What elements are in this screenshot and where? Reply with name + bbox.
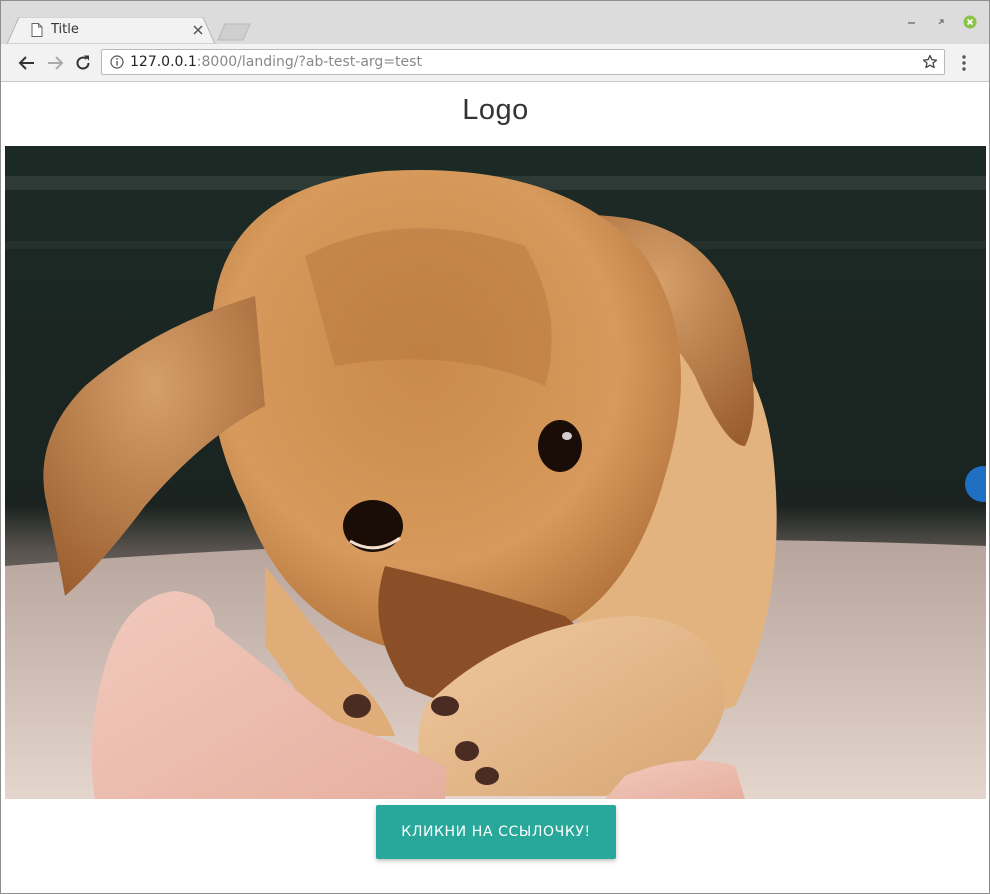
url-text[interactable]: 127.0.0.1:8000/landing/?ab-test-arg=test	[130, 54, 422, 70]
forward-arrow-icon[interactable]	[45, 53, 65, 73]
page-icon	[31, 23, 43, 37]
restore-icon[interactable]	[934, 15, 948, 29]
logo: Logo	[462, 94, 529, 126]
tab-title: Title	[51, 22, 79, 37]
more-menu-icon[interactable]	[956, 54, 972, 72]
back-arrow-icon[interactable]	[17, 53, 37, 73]
cta-button[interactable]: КЛИКНИ НА ССЫЛОЧКУ!	[376, 805, 616, 859]
bookmark-star-icon[interactable]	[922, 54, 938, 70]
address-bar[interactable]: 127.0.0.1:8000/landing/?ab-test-arg=test	[101, 49, 945, 75]
close-tab-icon[interactable]	[191, 23, 205, 37]
tab-strip: Title	[1, 1, 989, 44]
new-tab-button[interactable]	[217, 23, 251, 41]
reload-icon[interactable]	[73, 53, 93, 73]
close-window-icon[interactable]	[963, 15, 977, 29]
page-content: Logo КЛИКНИ НА ССЫЛОЧКУ!	[5, 82, 986, 891]
info-icon[interactable]	[110, 55, 124, 69]
url-path: :8000/landing/?ab-test-arg=test	[196, 54, 422, 70]
url-host: 127.0.0.1	[130, 54, 197, 70]
hero-image	[5, 146, 986, 799]
minimize-icon[interactable]	[905, 15, 919, 29]
browser-tab[interactable]: Title	[7, 17, 215, 44]
puppy-illustration	[5, 146, 986, 799]
browser-window: Title 127.0.0.1:8000/landing/?ab-test-ar…	[0, 0, 990, 894]
browser-toolbar: 127.0.0.1:8000/landing/?ab-test-arg=test	[1, 44, 989, 82]
